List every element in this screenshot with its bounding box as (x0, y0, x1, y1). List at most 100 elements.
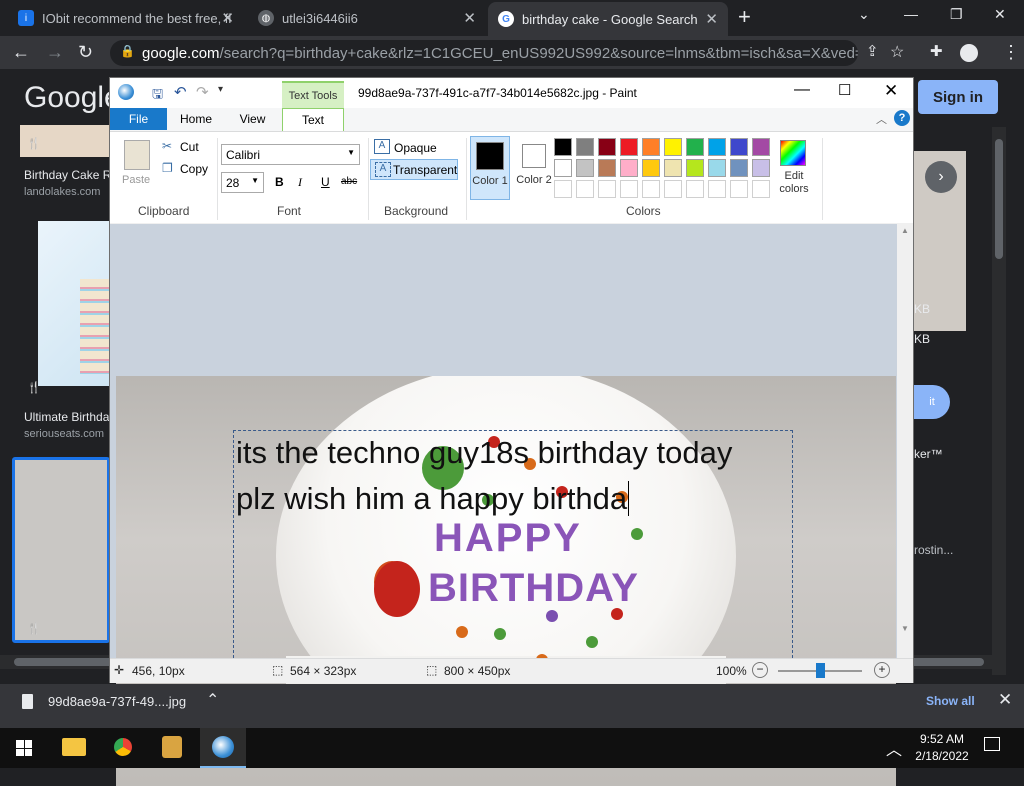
close-icon[interactable]: ✕ (884, 81, 898, 101)
paint-app-icon[interactable] (118, 84, 134, 100)
undo-icon[interactable]: ↶ (174, 83, 187, 101)
clock-time[interactable]: 9:52 AM (914, 732, 970, 746)
menu-icon[interactable]: ⋮ (1002, 42, 1020, 63)
palette-swatch[interactable] (686, 180, 704, 198)
restore-icon[interactable]: ❐ (950, 6, 963, 23)
minimize-icon[interactable]: — (794, 81, 810, 99)
palette-swatch[interactable] (752, 180, 770, 198)
show-all-button[interactable]: Show all (926, 694, 975, 708)
chevron-down-icon[interactable]: ⌄ (858, 6, 870, 23)
palette-swatch[interactable] (598, 180, 616, 198)
edit-colors-button[interactable]: Edit colors (774, 170, 814, 196)
clock-date[interactable]: 2/18/2022 (910, 749, 974, 763)
palette-swatch[interactable] (642, 180, 660, 198)
palette-swatch[interactable] (708, 159, 726, 177)
close-icon[interactable]: ✕ (221, 9, 234, 27)
strikethrough-button[interactable]: abc (341, 176, 357, 187)
palette-swatch[interactable] (752, 159, 770, 177)
forward-icon[interactable]: → (46, 42, 64, 63)
zoom-slider-thumb[interactable] (816, 663, 825, 678)
close-icon[interactable]: ✕ (463, 9, 476, 27)
palette-swatch[interactable] (576, 159, 594, 177)
palette-swatch[interactable] (686, 138, 704, 156)
zoom-in-icon[interactable]: + (874, 662, 890, 678)
bold-button[interactable]: B (275, 175, 284, 189)
palette-swatch[interactable] (752, 138, 770, 156)
lock-app-icon[interactable] (162, 736, 182, 758)
tab-utlei[interactable]: ◍ utlei3i6446ii6 ✕ (248, 2, 486, 34)
extensions-icon[interactable]: ✚ (930, 42, 943, 60)
back-icon[interactable]: ← (12, 42, 30, 63)
star-icon[interactable]: ☆ (890, 42, 904, 62)
palette-swatch[interactable] (598, 159, 616, 177)
palette-swatch[interactable] (642, 138, 660, 156)
paint-taskbar-button[interactable] (200, 728, 246, 768)
reload-icon[interactable]: ↻ (78, 42, 93, 63)
help-icon[interactable]: ? (894, 110, 910, 126)
tab-home[interactable]: Home (167, 108, 225, 130)
collapse-ribbon-icon[interactable]: ︿ (876, 111, 887, 127)
palette-swatch[interactable] (664, 180, 682, 198)
palette-swatch[interactable] (730, 138, 748, 156)
palette-swatch[interactable] (554, 138, 572, 156)
close-window-icon[interactable]: ✕ (994, 6, 1006, 23)
tab-text[interactable]: Text (282, 108, 344, 131)
copy-button[interactable]: Copy (180, 162, 208, 176)
scroll-down-icon[interactable]: ▼ (901, 624, 909, 633)
palette-swatch[interactable] (686, 159, 704, 177)
transparent-button[interactable]: A Transparent (370, 159, 458, 180)
palette-swatch[interactable] (664, 138, 682, 156)
canvas-area[interactable]: HAPPY BIRTHDAY its the techno guy18s bir… (110, 224, 913, 786)
save-icon[interactable]: 🖫 (152, 85, 163, 107)
palette-swatch[interactable] (554, 180, 572, 198)
minimize-icon[interactable]: — (904, 6, 918, 22)
scroll-up-icon[interactable]: ▲ (901, 226, 909, 235)
palette-swatch[interactable] (708, 138, 726, 156)
tab-iobit[interactable]: i IObit recommend the best free, fi ✕ (8, 2, 244, 34)
opaque-button[interactable]: Opaque (394, 141, 437, 155)
font-size-select[interactable]: 28 ▼ (221, 172, 264, 193)
tab-file[interactable]: File (110, 108, 167, 130)
color1-button[interactable]: Color 1 (470, 136, 510, 200)
font-family-select[interactable]: Calibri ▼ (221, 144, 360, 165)
edit-colors-icon[interactable] (780, 140, 806, 166)
new-tab-button[interactable]: + (738, 4, 751, 30)
palette-swatch[interactable] (554, 159, 572, 177)
text-line-1[interactable]: its the techno guy18s birthday today (236, 435, 732, 471)
canvas-vertical-scrollbar[interactable]: ▲ ▼ (897, 224, 913, 658)
sign-in-button[interactable]: Sign in (918, 80, 998, 114)
result-title[interactable]: Birthday Cake R (24, 168, 111, 182)
italic-button[interactable]: I (298, 175, 302, 190)
palette-swatch[interactable] (576, 138, 594, 156)
palette-swatch[interactable] (620, 138, 638, 156)
scrollbar-thumb[interactable] (995, 139, 1003, 259)
chevron-right-icon[interactable]: › (925, 161, 957, 193)
tab-google-search[interactable]: G birthday cake - Google Search ✕ (488, 2, 728, 36)
profile-icon[interactable] (960, 44, 978, 62)
cut-button[interactable]: Cut (180, 140, 199, 154)
close-icon[interactable]: ✕ (998, 690, 1012, 710)
zoom-out-icon[interactable]: − (752, 662, 768, 678)
palette-swatch[interactable] (620, 180, 638, 198)
chevron-up-icon[interactable]: ⌃ (206, 690, 219, 710)
tab-view[interactable]: View (225, 108, 280, 130)
chevron-up-icon[interactable]: ︿ (886, 736, 902, 760)
palette-swatch[interactable] (620, 159, 638, 177)
palette-swatch[interactable] (598, 138, 616, 156)
result-title[interactable]: Ultimate Birthda (24, 410, 109, 424)
close-icon[interactable]: ✕ (705, 10, 718, 28)
palette-swatch[interactable] (642, 159, 660, 177)
text-line-2[interactable]: plz wish him a happy birthda (236, 481, 630, 517)
windows-start-icon[interactable] (16, 740, 32, 756)
palette-swatch[interactable] (664, 159, 682, 177)
address-bar[interactable]: 🔒 google.com/search?q=birthday+cake&rlz=… (110, 40, 858, 66)
share-icon[interactable]: ⇪ (866, 42, 879, 60)
visit-button[interactable]: it (914, 385, 950, 419)
notifications-icon[interactable] (984, 737, 1000, 751)
underline-button[interactable]: U (321, 175, 330, 189)
download-file-name[interactable]: 99d8ae9a-737f-49....jpg (48, 694, 186, 709)
chrome-icon[interactable] (112, 736, 134, 758)
palette-swatch[interactable] (730, 159, 748, 177)
color2-button[interactable]: Color 2 (514, 136, 554, 200)
redo-icon[interactable]: ↷ (196, 83, 209, 101)
